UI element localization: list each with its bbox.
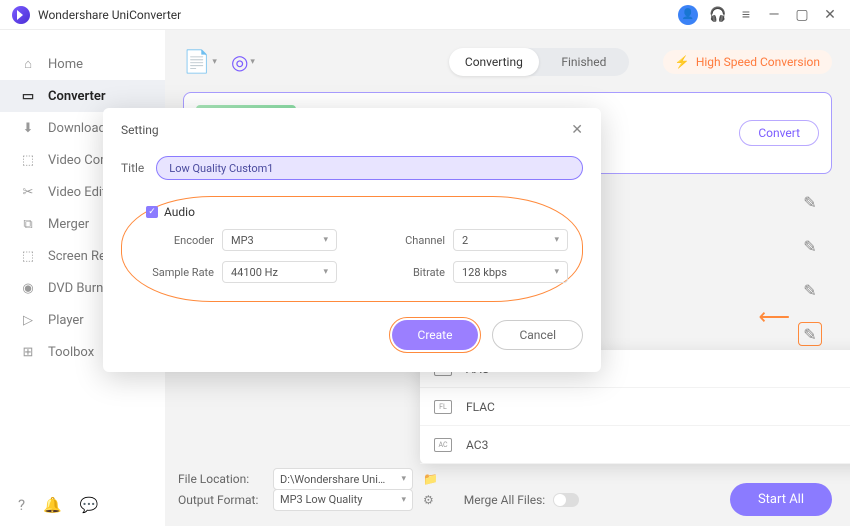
merge-label: Merge All Files: bbox=[464, 493, 545, 507]
help-icon[interactable]: ? bbox=[18, 496, 25, 514]
lightning-icon: ⚡ bbox=[675, 55, 690, 69]
chevron-down-icon: ▾ bbox=[554, 267, 559, 277]
chevron-down-icon: ▾ bbox=[554, 235, 559, 245]
tab-finished[interactable]: Finished bbox=[539, 48, 629, 76]
bitrate-select[interactable]: 128 kbps▾ bbox=[453, 261, 568, 283]
chevron-down-icon: ▾ bbox=[323, 267, 328, 277]
download-icon: ⬇ bbox=[20, 120, 36, 136]
convert-button[interactable]: Convert bbox=[739, 120, 819, 146]
folder-icon[interactable]: 📁 bbox=[423, 472, 438, 486]
edit-icon-highlighted[interactable]: ✎ bbox=[798, 322, 822, 346]
sidebar-item-label: Converter bbox=[48, 89, 106, 104]
annotation-arrow-icon: ⟵ bbox=[758, 305, 790, 330]
menu-icon[interactable]: ≡ bbox=[738, 7, 754, 23]
audio-checkbox[interactable]: ✓ bbox=[146, 206, 158, 218]
minimize-icon[interactable]: — bbox=[766, 7, 782, 23]
record-icon: ⬚ bbox=[20, 248, 36, 264]
sidebar-item-home[interactable]: ⌂ Home bbox=[0, 48, 165, 80]
disc-icon: ◉ bbox=[20, 280, 36, 296]
output-format-label: Output Format: bbox=[178, 493, 263, 507]
chevron-down-icon: ▾ bbox=[401, 474, 406, 484]
user-avatar-icon[interactable]: 👤 bbox=[678, 5, 698, 25]
converter-icon: ▭ bbox=[20, 88, 36, 104]
chevron-down-icon: ▾ bbox=[212, 57, 217, 67]
format-option-flac[interactable]: FLFLAC bbox=[420, 388, 850, 426]
edit-icon[interactable]: ✎ bbox=[798, 278, 822, 302]
settings-modal: Setting ✕ Title ✓ Audio Encoder MP3▾ Chan… bbox=[103, 108, 601, 372]
encoder-select[interactable]: MP3▾ bbox=[222, 229, 337, 251]
sample-rate-label: Sample Rate bbox=[146, 266, 214, 279]
format-badge-icon: AC bbox=[434, 438, 452, 452]
target-plus-icon: ◎ bbox=[231, 50, 248, 74]
edit-icon[interactable]: ✎ bbox=[798, 190, 822, 214]
tabs: Converting Finished bbox=[449, 48, 629, 76]
create-button[interactable]: Create bbox=[392, 320, 479, 350]
tab-converting[interactable]: Converting bbox=[449, 48, 539, 76]
channel-select[interactable]: 2▾ bbox=[453, 229, 568, 251]
gear-icon[interactable]: ⚙ bbox=[423, 493, 434, 507]
high-speed-badge[interactable]: ⚡High Speed Conversion bbox=[663, 50, 832, 74]
channel-label: Channel bbox=[377, 234, 445, 247]
audio-settings-group: ✓ Audio Encoder MP3▾ Channel 2▾ Sample Rat… bbox=[121, 196, 583, 302]
file-location-select[interactable]: D:\Wondershare UniConverter▾ bbox=[273, 468, 413, 490]
sidebar-item-label: Player bbox=[48, 313, 84, 328]
file-location-label: File Location: bbox=[178, 472, 263, 486]
audio-label: Audio bbox=[164, 205, 195, 219]
chevron-down-icon: ▾ bbox=[401, 495, 406, 505]
output-format-select[interactable]: MP3 Low Quality▾ bbox=[273, 489, 413, 511]
bell-icon[interactable]: 🔔 bbox=[43, 496, 62, 514]
chat-icon[interactable]: 💬 bbox=[80, 496, 99, 514]
title-input[interactable] bbox=[156, 156, 583, 180]
encoder-label: Encoder bbox=[146, 234, 214, 247]
close-icon[interactable]: ✕ bbox=[822, 7, 838, 23]
merge-toggle[interactable] bbox=[553, 493, 579, 507]
sidebar-item-label: Home bbox=[48, 57, 83, 72]
grid-icon: ⊞ bbox=[20, 344, 36, 360]
compress-icon: ⬚ bbox=[20, 152, 36, 168]
cancel-button[interactable]: Cancel bbox=[492, 320, 583, 350]
scissors-icon: ✂ bbox=[20, 184, 36, 200]
app-title: Wondershare UniConverter bbox=[38, 8, 181, 22]
bitrate-label: Bitrate bbox=[377, 266, 445, 279]
modal-title: Setting bbox=[121, 123, 159, 137]
sidebar-item-label: Merger bbox=[48, 217, 89, 232]
titlebar: Wondershare UniConverter 👤 🎧 ≡ — ▢ ✕ bbox=[0, 0, 850, 30]
close-icon[interactable]: ✕ bbox=[571, 122, 583, 138]
start-all-button[interactable]: Start All bbox=[730, 483, 832, 516]
maximize-icon[interactable]: ▢ bbox=[794, 7, 810, 23]
edit-icon[interactable]: ✎ bbox=[798, 234, 822, 258]
format-option-ac3[interactable]: ACAC3 bbox=[420, 426, 850, 464]
title-label: Title bbox=[121, 161, 144, 175]
home-icon: ⌂ bbox=[20, 56, 36, 72]
sample-rate-select[interactable]: 44100 Hz▾ bbox=[222, 261, 337, 283]
format-badge-icon: FL bbox=[434, 400, 452, 414]
add-file-button[interactable]: 📄▾ bbox=[183, 50, 217, 75]
sidebar-item-label: Toolbox bbox=[48, 345, 94, 360]
chevron-down-icon: ▾ bbox=[323, 235, 328, 245]
merge-icon: ⧉ bbox=[20, 216, 36, 232]
headset-icon[interactable]: 🎧 bbox=[710, 7, 726, 23]
app-logo-icon bbox=[12, 6, 30, 24]
file-plus-icon: 📄 bbox=[183, 50, 210, 75]
add-source-button[interactable]: ◎▾ bbox=[231, 50, 255, 74]
chevron-down-icon: ▾ bbox=[250, 57, 255, 67]
play-icon: ▷ bbox=[20, 312, 36, 328]
